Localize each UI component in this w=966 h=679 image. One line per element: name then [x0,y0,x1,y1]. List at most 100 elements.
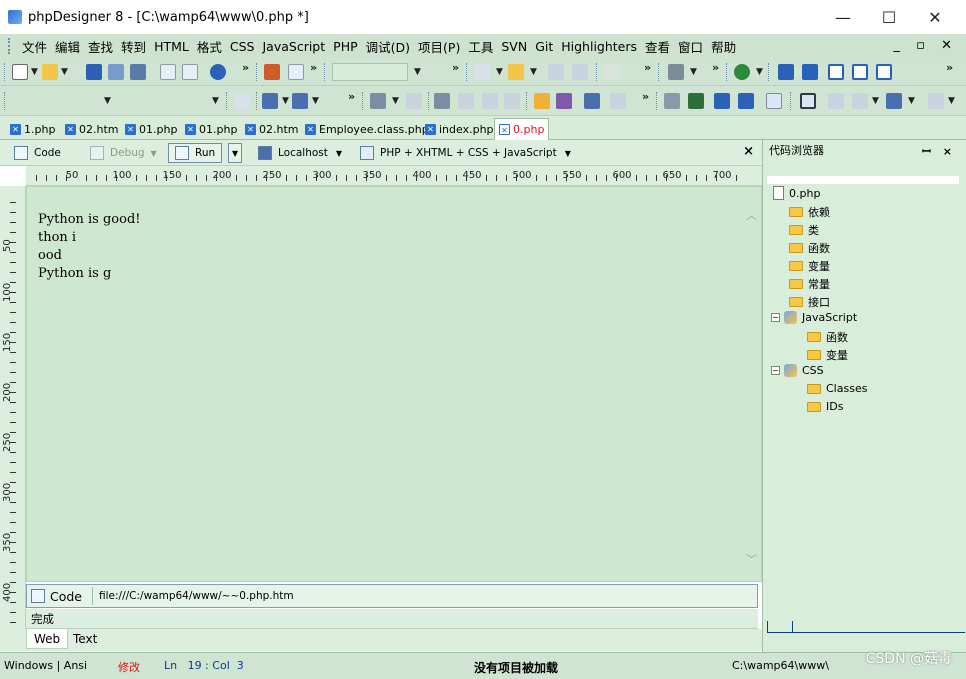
toolbar-overflow-icon[interactable]: » [242,61,249,74]
tab-01-php-2[interactable]: ✕ 01.php [185,120,237,139]
split-vertical-icon[interactable] [852,64,868,80]
tree-node-css[interactable]: − CSS [771,364,824,377]
chevron-down-icon[interactable]: ▼ [496,67,503,77]
tree-node-interfaces[interactable]: 接口 [789,294,830,310]
table-icon[interactable] [262,93,278,109]
uncomment-icon[interactable] [458,93,474,109]
menu-debug[interactable]: 调试(D) [366,37,410,56]
toolbar-overflow-icon[interactable]: » [310,61,317,74]
cascade-icon[interactable] [876,64,892,80]
image-icon[interactable] [584,93,600,109]
browser-preview-icon[interactable] [210,64,226,80]
chevron-down-icon[interactable]: ▼ [948,96,955,106]
media-icon[interactable] [610,93,626,109]
list-icon[interactable] [714,93,730,109]
minimize-button[interactable]: — [820,0,866,34]
folder-goto-icon[interactable] [508,64,524,80]
menu-goto[interactable]: 转到 [121,37,146,56]
menu-file[interactable]: 文件 [22,37,47,56]
chevron-down-icon[interactable]: ▼ [61,67,68,77]
toolbar-overflow-icon[interactable]: » [644,61,651,74]
collapse-icon[interactable]: − [771,313,780,322]
code-view-icon[interactable] [31,589,45,603]
tree-node-css-ids[interactable]: IDs [807,400,843,413]
close-editor-button[interactable]: × [743,144,754,159]
tab-1-php[interactable]: ✕ 1.php [10,120,55,139]
block-comment-icon[interactable] [482,93,498,109]
spellcheck-icon[interactable] [556,93,572,109]
menu-project[interactable]: 项目(P) [418,37,460,56]
menu-help[interactable]: 帮助 [711,37,736,56]
chevron-down-icon[interactable]: ▼ [104,96,111,106]
picture-icon[interactable] [688,93,704,109]
menu-html[interactable]: HTML [154,39,189,54]
collapse-icon[interactable]: − [771,366,780,375]
panel-right-icon[interactable] [802,64,818,80]
chevron-down-icon[interactable]: ▼ [530,67,537,77]
panel-pin-close[interactable]: ꟷ × [922,144,956,159]
menu-view[interactable]: 查看 [645,37,670,56]
font-combo[interactable] [10,92,114,110]
print-icon[interactable] [182,64,198,80]
chevron-down-icon[interactable]: ▼ [31,67,38,77]
tree-node-js-functions[interactable]: 函数 [807,329,848,345]
menu-javascript[interactable]: JavaScript [262,39,325,54]
explorer-filter[interactable] [767,176,959,184]
menu-find[interactable]: 查找 [88,37,113,56]
save-all-icon[interactable] [130,64,146,80]
close-icon[interactable]: ✕ [305,124,316,135]
menu-edit[interactable]: 编辑 [55,37,80,56]
toolbar-overflow-icon[interactable]: » [642,90,649,103]
toolbar-overflow-icon[interactable]: » [348,90,355,103]
close-icon[interactable]: ✕ [125,124,136,135]
scroll-up-icon[interactable]: ︿ [746,207,757,223]
tree-node-js-variables[interactable]: 变量 [807,347,848,363]
maximize-button[interactable]: ☐ [866,0,912,34]
menu-git[interactable]: Git [535,39,553,54]
chevron-down-icon[interactable]: ▼ [756,67,763,77]
frame-icon[interactable] [766,93,782,109]
close-icon[interactable]: ✕ [425,124,436,135]
close-icon[interactable]: ✕ [245,124,256,135]
cut-icon[interactable] [264,64,280,80]
preview-code-label[interactable]: Code [50,589,82,604]
menu-format[interactable]: 格式 [197,37,222,56]
back-icon[interactable] [604,64,620,80]
hand-icon[interactable] [534,93,550,109]
indent-icon[interactable] [370,93,386,109]
tree-node-constants[interactable]: 常量 [789,276,830,292]
tree-node-functions[interactable]: 函数 [789,240,830,256]
panel-tab[interactable] [767,621,793,633]
bullets-icon[interactable] [738,93,754,109]
code-button[interactable]: Code [14,143,61,163]
close-icon[interactable]: ✕ [10,124,21,135]
paste-icon[interactable] [288,64,304,80]
run-dropdown[interactable]: ▼ [228,143,243,163]
globe-icon[interactable] [734,64,750,80]
code-view-icon[interactable] [800,93,816,109]
menu-highlighters[interactable]: Highlighters [561,39,637,54]
save-as-icon[interactable] [108,64,124,80]
chevron-down-icon[interactable]: ▼ [212,96,219,106]
tab-web[interactable]: Web [26,629,69,649]
highlighter-button[interactable]: PHP + XHTML + CSS + JavaScript ▼ [360,143,571,163]
chevron-down-icon[interactable]: ▼ [282,96,289,106]
tab-01-php[interactable]: ✕ 01.php [125,120,177,139]
vertical-scrollbar[interactable]: ︿ ﹀ [743,187,761,581]
search-combo[interactable] [332,63,408,81]
menu-window[interactable]: 窗口 [678,37,703,56]
server-icon[interactable] [886,93,902,109]
form-icon[interactable] [292,93,308,109]
bookmark-icon[interactable] [474,64,490,80]
tag-icon[interactable] [234,93,250,109]
open-folder-icon[interactable] [42,64,58,80]
localhost-button[interactable]: Localhost ▼ [258,143,342,163]
tree-node-javascript[interactable]: − JavaScript [771,311,857,324]
toolbar-overflow-icon[interactable]: » [946,61,953,74]
scroll-down-icon[interactable]: ﹀ [746,551,757,567]
menu-svn[interactable]: SVN [501,39,527,54]
tab-employee-class-php[interactable]: ✕ Employee.class.php [305,120,429,139]
tree-node-dependencies[interactable]: 依赖 [789,204,830,220]
close-button[interactable]: ✕ [912,0,958,34]
replace-icon[interactable] [572,64,588,80]
